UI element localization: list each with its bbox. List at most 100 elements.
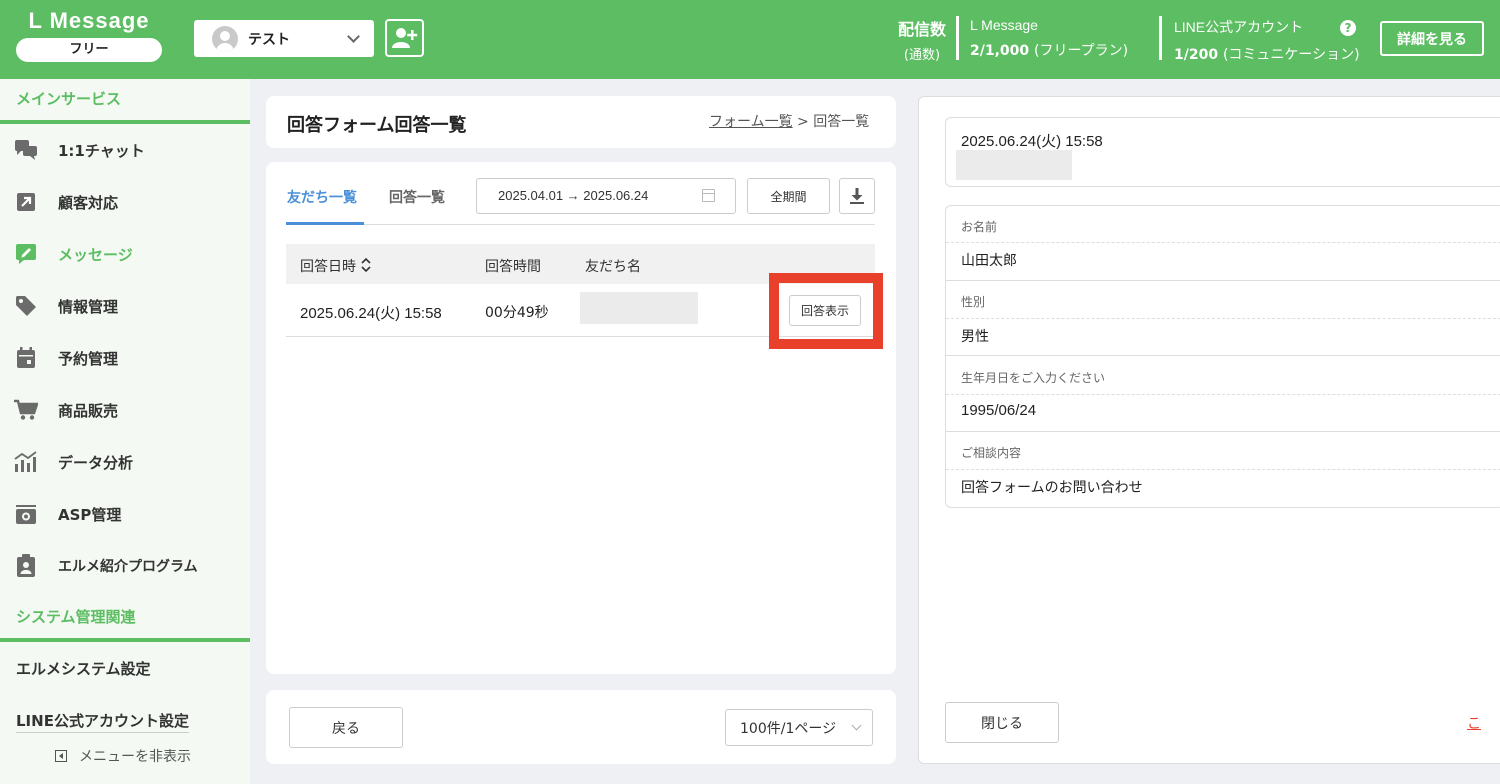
line-account-plan: (コミュニケーション) <box>1222 47 1360 63</box>
badge-icon <box>14 554 38 578</box>
answer-detail-date: 2025.06.24(火) 15:58 <box>961 133 1103 150</box>
download-button[interactable] <box>839 178 875 214</box>
chat-icon <box>14 138 38 162</box>
sidebar-item-label: 情報管理 <box>58 297 119 316</box>
field-separator <box>946 431 1500 432</box>
sidebar-item-line-settings[interactable]: LINE公式アカウント設定 <box>16 710 189 733</box>
list-card <box>266 162 896 674</box>
logo-title: L Message <box>28 8 150 33</box>
sidebar-item-asp[interactable]: ASP管理 <box>0 494 250 534</box>
field-divider <box>946 318 1500 319</box>
sidebar-item-analytics[interactable]: データ分析 <box>0 442 250 482</box>
delivery-sub: (通数) <box>903 48 941 63</box>
arrow-up-right-icon <box>14 190 38 214</box>
sidebar-item-label: 商品販売 <box>58 401 119 420</box>
avatar-icon <box>212 25 238 52</box>
sidebar-item-chat[interactable]: 1:1チャット <box>0 130 250 170</box>
field-divider <box>946 242 1500 243</box>
sidebar-item-customer-support[interactable]: 顧客対応 <box>0 182 250 222</box>
tab-answers-list[interactable]: 回答一覧 <box>389 187 445 207</box>
chevron-down-icon <box>851 720 862 731</box>
field-value-inquiry: 回答フォームのお問い合わせ <box>961 480 1143 496</box>
field-divider <box>946 394 1500 395</box>
tab-friends-list[interactable]: 友だち一覧 <box>287 187 357 207</box>
top-header: L Message フリー テスト 配信数 (通数) L Message 2/1… <box>0 0 1500 79</box>
sidebar-item-label: 1:1チャット <box>58 141 145 160</box>
column-header-date-label: 回答日時 <box>300 259 356 275</box>
line-account-usage: LINE公式アカウント 1/200 (コミュニケーション) <box>1174 17 1360 64</box>
field-label-birthday: 生年月日をご入力ください <box>961 371 1106 385</box>
delivery-label: 配信数 <box>897 20 946 39</box>
sidebar-item-label: ASP管理 <box>58 505 122 524</box>
tab-active-indicator <box>286 222 364 225</box>
divider <box>1159 16 1162 60</box>
account-select[interactable]: テスト <box>194 20 374 57</box>
sidebar-item-label: 予約管理 <box>58 349 119 368</box>
help-icon[interactable]: ? <box>1340 20 1356 36</box>
field-separator <box>946 355 1500 356</box>
sidebar-item-referral[interactable]: エルメ紹介プログラム <box>0 546 250 586</box>
sidebar-item-message[interactable]: メッセージ <box>0 234 250 274</box>
answer-fields-box <box>945 205 1500 508</box>
plan-badge: フリー <box>16 38 162 62</box>
asp-icon <box>14 502 38 526</box>
section-divider <box>0 120 250 124</box>
lmessage-plan: (フリープラン) <box>1034 43 1129 59</box>
per-page-select[interactable]: 100件/1ページ <box>725 709 873 746</box>
lmessage-label: L Message <box>970 17 1038 33</box>
lmessage-usage: L Message 2/1,000 (フリープラン) <box>970 17 1128 60</box>
close-button[interactable]: 閉じる <box>945 702 1059 743</box>
breadcrumb-separator: > <box>797 114 809 130</box>
analytics-icon <box>14 450 38 474</box>
add-user-icon <box>391 28 417 48</box>
sidebar-item-label: メッセージ <box>58 245 133 264</box>
column-header-duration: 回答時間 <box>485 259 541 275</box>
friend-name-redacted <box>580 292 698 324</box>
truncated-link[interactable]: こ <box>1467 713 1500 733</box>
sidebar-item-reservation[interactable]: 予約管理 <box>0 338 250 378</box>
field-label-name: お名前 <box>961 220 998 234</box>
section-divider <box>0 638 250 642</box>
field-value-gender: 男性 <box>961 329 989 345</box>
page-title: 回答フォーム回答一覧 <box>287 115 467 136</box>
hide-menu-button[interactable]: メニューを非表示 <box>55 746 191 766</box>
back-button[interactable]: 戻る <box>289 707 403 748</box>
account-name: テスト <box>248 31 290 48</box>
logo[interactable]: L Message フリー <box>16 8 162 62</box>
answer-date: 2025.06.24(火) 15:58 <box>300 305 442 322</box>
sidebar-item-label: 顧客対応 <box>58 193 119 212</box>
line-account-count: 1/200 <box>1174 47 1219 63</box>
tab-divider <box>286 224 875 225</box>
field-label-inquiry: ご相談内容 <box>961 446 1022 460</box>
calendar-icon <box>702 189 715 202</box>
section-system: システム管理関連 <box>16 608 136 626</box>
collapse-icon <box>55 750 67 762</box>
sidebar-item-label: データ分析 <box>58 453 134 472</box>
field-value-name: 山田太郎 <box>961 253 1017 269</box>
chevron-down-icon <box>347 29 360 43</box>
cart-icon <box>14 398 38 422</box>
view-answer-button[interactable]: 回答表示 <box>789 295 861 326</box>
all-period-button[interactable]: 全期間 <box>747 178 830 214</box>
friend-name-redacted <box>956 150 1072 180</box>
breadcrumb: フォーム一覧 > 回答一覧 <box>709 111 869 131</box>
sidebar-item-label: エルメ紹介プログラム <box>58 559 198 575</box>
field-divider <box>946 469 1500 470</box>
date-range-input[interactable]: 2025.04.01 → 2025.06.24 <box>476 178 736 214</box>
field-separator <box>946 280 1500 281</box>
message-edit-icon <box>14 242 38 266</box>
breadcrumb-link-form-list[interactable]: フォーム一覧 <box>709 114 793 130</box>
answer-duration: 00分49秒 <box>485 305 549 321</box>
column-header-date[interactable]: 回答日時 <box>300 256 371 276</box>
section-main-services: メインサービス <box>16 90 122 108</box>
add-user-button[interactable] <box>385 19 424 57</box>
tag-icon <box>14 294 38 318</box>
line-account-label: LINE公式アカウント <box>1174 19 1304 35</box>
details-button[interactable]: 詳細を見る <box>1380 21 1484 56</box>
delivery-count-label: 配信数 (通数) <box>893 16 951 63</box>
sidebar-item-info[interactable]: 情報管理 <box>0 286 250 326</box>
sidebar-item-system-settings[interactable]: エルメシステム設定 <box>16 658 151 679</box>
breadcrumb-current: 回答一覧 <box>813 114 870 130</box>
sidebar-item-sales[interactable]: 商品販売 <box>0 390 250 430</box>
hide-menu-label: メニューを非表示 <box>79 749 191 765</box>
